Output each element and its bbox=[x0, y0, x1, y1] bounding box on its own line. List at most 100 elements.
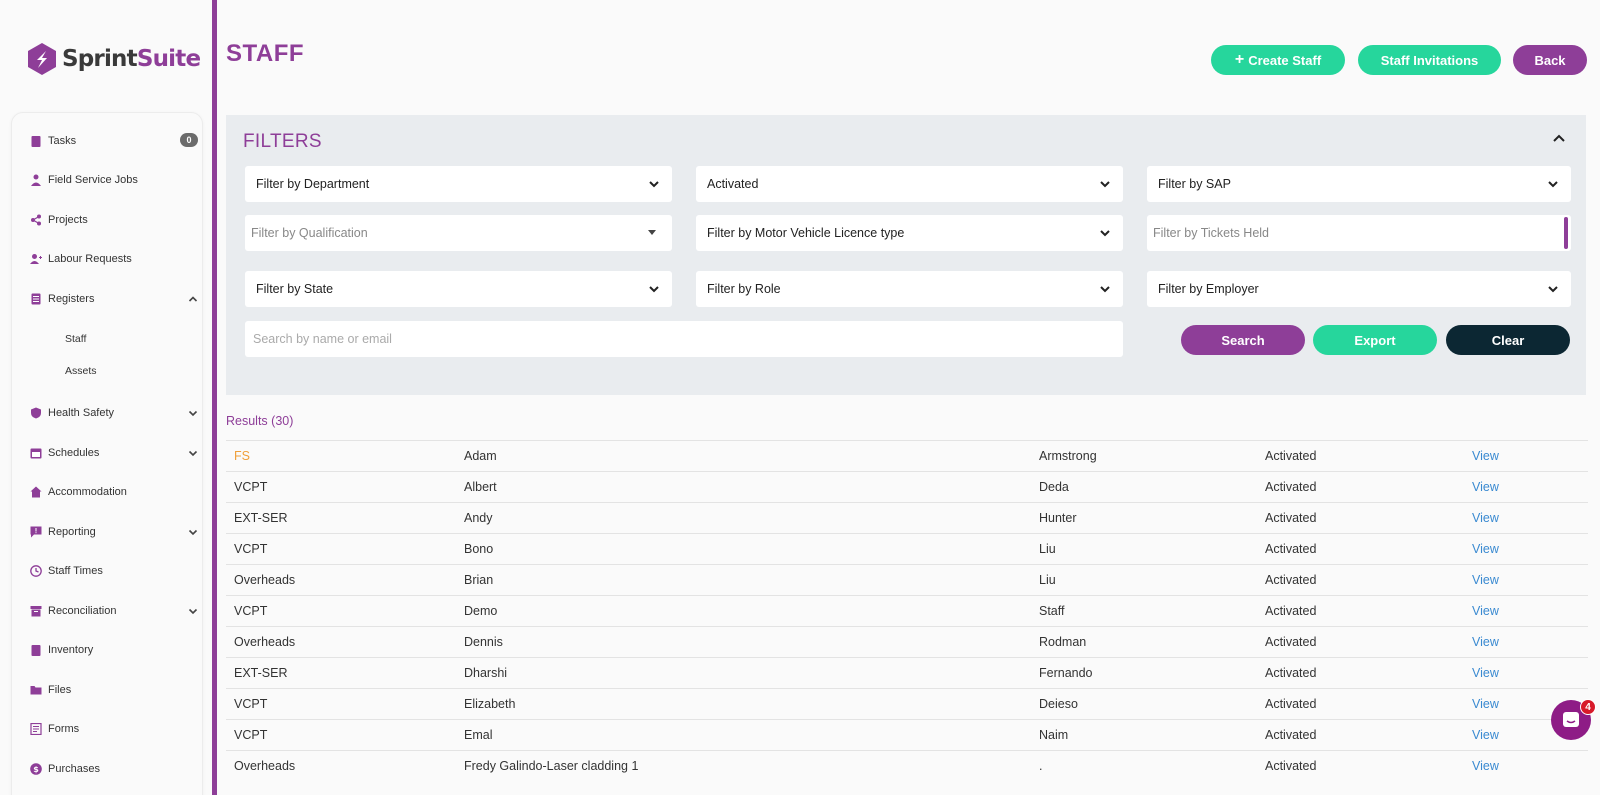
department-cell: VCPT bbox=[234, 728, 268, 742]
table-row: VCPT Demo Staff Activated View bbox=[226, 595, 1588, 626]
employer-select[interactable]: Filter by Employer bbox=[1147, 271, 1571, 307]
qualification-select-value: Filter by Qualification bbox=[251, 226, 368, 240]
sidebar-divider bbox=[212, 0, 217, 795]
sidebar-item-schedules[interactable]: Schedules bbox=[30, 443, 198, 463]
department-cell: VCPT bbox=[234, 604, 268, 618]
view-link[interactable]: View bbox=[1472, 666, 1499, 680]
status-cell: Activated bbox=[1265, 635, 1317, 649]
clipboard-icon bbox=[30, 644, 42, 656]
sidebar-item-reporting[interactable]: Reporting bbox=[30, 522, 198, 542]
chevron-down-icon bbox=[1099, 178, 1111, 190]
employer-select-value: Filter by Employer bbox=[1158, 282, 1259, 296]
sidebar-item-labour-requests[interactable]: Labour Requests bbox=[30, 249, 198, 269]
view-link[interactable]: View bbox=[1472, 573, 1499, 587]
sap-select[interactable]: Filter by SAP bbox=[1147, 166, 1571, 202]
archive-icon bbox=[30, 605, 42, 617]
status-cell: Activated bbox=[1265, 573, 1317, 587]
sidebar-item-staff-times[interactable]: Staff Times bbox=[30, 561, 198, 581]
status-cell: Activated bbox=[1265, 759, 1317, 773]
chat-unread-badge: 4 bbox=[1580, 699, 1596, 715]
last-name-cell: Hunter bbox=[1039, 511, 1077, 525]
licence-select-value: Filter by Motor Vehicle Licence type bbox=[707, 226, 905, 240]
view-link[interactable]: View bbox=[1472, 480, 1499, 494]
view-link[interactable]: View bbox=[1472, 511, 1499, 525]
sidebar-item-field-service-jobs[interactable]: Field Service Jobs bbox=[30, 170, 198, 190]
caret-down-icon bbox=[648, 230, 656, 235]
logo[interactable]: SprintSuite bbox=[26, 42, 201, 76]
department-cell: VCPT bbox=[234, 480, 268, 494]
table-row: Overheads Dennis Rodman Activated View bbox=[226, 626, 1588, 657]
department-cell: EXT-SER bbox=[234, 511, 288, 525]
clear-button[interactable]: Clear bbox=[1446, 325, 1570, 355]
tickets-held-field[interactable]: Filter by Tickets Held bbox=[1147, 215, 1571, 251]
last-name-cell: Deieso bbox=[1039, 697, 1078, 711]
sidebar-item-assets[interactable]: Assets bbox=[65, 365, 97, 377]
last-name-cell: Fernando bbox=[1039, 666, 1093, 680]
chevron-down-icon bbox=[1099, 227, 1111, 239]
sidebar-item-forms[interactable]: Forms bbox=[30, 719, 198, 739]
table-row: EXT-SER Dharshi Fernando Activated View bbox=[226, 657, 1588, 688]
sidebar-item-label: Health Safety bbox=[48, 407, 115, 419]
table-row: EXT-SER Andy Hunter Activated View bbox=[226, 502, 1588, 533]
qualification-select[interactable]: Filter by Qualification bbox=[245, 215, 672, 251]
sidebar-item-staff[interactable]: Staff bbox=[65, 333, 86, 345]
clipboard-icon bbox=[30, 135, 42, 147]
view-link[interactable]: View bbox=[1472, 449, 1499, 463]
last-name-cell: Liu bbox=[1039, 542, 1056, 556]
role-select[interactable]: Filter by Role bbox=[696, 271, 1123, 307]
create-staff-button[interactable]: + Create Staff bbox=[1211, 45, 1345, 75]
sidebar-item-registers[interactable]: Registers bbox=[30, 289, 198, 309]
view-link[interactable]: View bbox=[1472, 759, 1499, 773]
sidebar-item-files[interactable]: Files bbox=[30, 680, 198, 700]
sidebar-item-health-safety[interactable]: Health Safety bbox=[30, 403, 198, 423]
view-link[interactable]: View bbox=[1472, 697, 1499, 711]
state-select[interactable]: Filter by State bbox=[245, 271, 672, 307]
sidebar-item-tasks[interactable]: Tasks 0 bbox=[30, 131, 198, 151]
chevron-down-icon bbox=[188, 408, 198, 418]
last-name-cell: Armstrong bbox=[1039, 449, 1097, 463]
sidebar-item-label: Staff Times bbox=[48, 565, 103, 577]
status-cell: Activated bbox=[1265, 480, 1317, 494]
view-link[interactable]: View bbox=[1472, 542, 1499, 556]
sidebar-item-accommodation[interactable]: Accommodation bbox=[30, 482, 198, 502]
status-cell: Activated bbox=[1265, 604, 1317, 618]
first-name-cell: Elizabeth bbox=[464, 697, 516, 711]
sidebar-item-purchases[interactable]: $ Purchases bbox=[30, 759, 198, 779]
sidebar-item-inventory[interactable]: Inventory bbox=[30, 640, 198, 660]
status-select[interactable]: Activated bbox=[696, 166, 1123, 202]
sidebar-item-label: Field Service Jobs bbox=[48, 174, 138, 186]
view-link[interactable]: View bbox=[1472, 604, 1499, 618]
chat-icon bbox=[1563, 712, 1579, 727]
sidebar-item-reconciliation[interactable]: Reconciliation bbox=[30, 601, 198, 621]
back-button[interactable]: Back bbox=[1513, 45, 1587, 75]
folder-icon bbox=[30, 684, 42, 696]
view-link[interactable]: View bbox=[1472, 635, 1499, 649]
sidebar-item-label: Reconciliation bbox=[48, 605, 117, 617]
department-select[interactable]: Filter by Department bbox=[245, 166, 672, 202]
user-plus-icon bbox=[30, 253, 42, 265]
sidebar-item-label: Forms bbox=[48, 723, 80, 735]
last-name-cell: Staff bbox=[1039, 604, 1065, 618]
scroll-handle[interactable] bbox=[1564, 217, 1568, 249]
sidebar-item-label: Files bbox=[48, 684, 72, 696]
alert-message-icon bbox=[30, 526, 42, 538]
licence-select[interactable]: Filter by Motor Vehicle Licence type bbox=[696, 215, 1123, 251]
home-icon bbox=[30, 486, 42, 498]
last-name-cell: Liu bbox=[1039, 573, 1056, 587]
export-button[interactable]: Export bbox=[1313, 325, 1437, 355]
search-input[interactable] bbox=[245, 321, 1123, 357]
results-table: FS Adam Armstrong Activated View VCPT Albert De… bbox=[226, 440, 1588, 781]
table-row: Overheads Brian Liu Activated View bbox=[226, 564, 1588, 595]
search-button[interactable]: Search bbox=[1181, 325, 1305, 355]
tickets-held-placeholder: Filter by Tickets Held bbox=[1153, 226, 1270, 240]
chevron-up-icon[interactable] bbox=[1552, 131, 1566, 145]
sidebar-item-projects[interactable]: Projects bbox=[30, 210, 198, 230]
department-cell: FS bbox=[234, 449, 250, 463]
department-cell: EXT-SER bbox=[234, 666, 288, 680]
shield-icon bbox=[30, 407, 42, 419]
staff-invitations-button[interactable]: Staff Invitations bbox=[1358, 45, 1501, 75]
view-link[interactable]: View bbox=[1472, 728, 1499, 742]
sap-select-value: Filter by SAP bbox=[1158, 177, 1231, 191]
first-name-cell: Andy bbox=[464, 511, 493, 525]
sidebar-item-label: Tasks bbox=[48, 135, 77, 147]
